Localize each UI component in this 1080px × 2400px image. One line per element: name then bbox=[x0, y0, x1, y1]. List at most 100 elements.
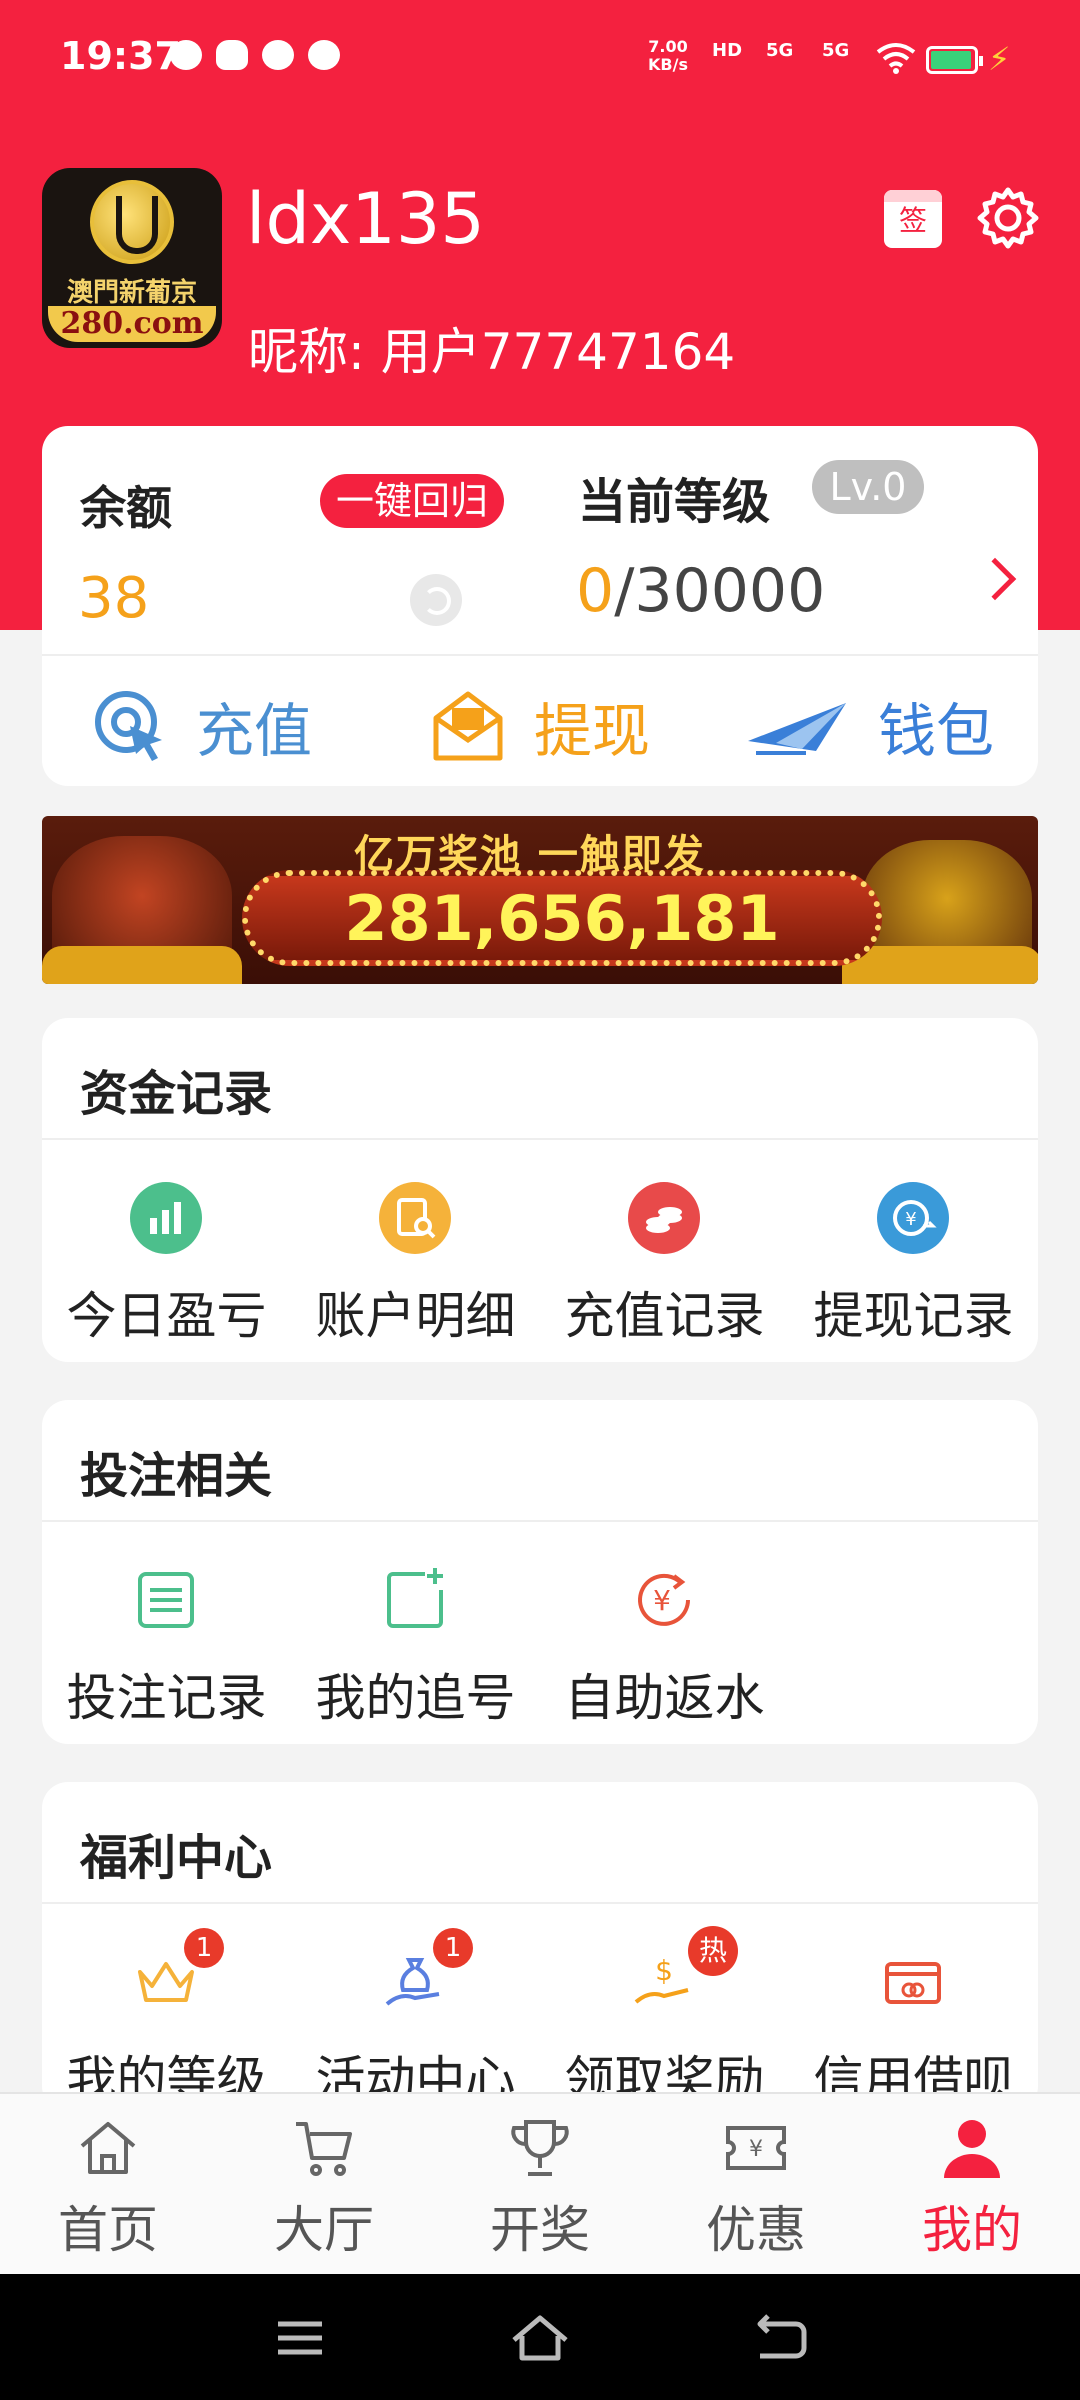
tab-label: 我的 bbox=[922, 2201, 1022, 2259]
gold-coins-image bbox=[42, 946, 242, 984]
avatar[interactable]: 澳門新葡京 280.com bbox=[42, 168, 222, 348]
home-nav-icon[interactable] bbox=[510, 2310, 570, 2366]
notification-badge: 1 bbox=[184, 1928, 224, 1968]
jackpot-slogan: 亿万奖池 一触即发 bbox=[354, 832, 706, 878]
tab-home[interactable]: 首页 bbox=[0, 2094, 216, 2276]
status-bar: 19:37 7.00 KB/s HD 5G 5G ⚡ bbox=[0, 0, 1080, 120]
svg-text:$: $ bbox=[655, 1954, 673, 1987]
logo-url: 280.com bbox=[48, 306, 216, 342]
my-level-item[interactable]: 1 我的等级 bbox=[42, 1922, 291, 2112]
document-search-icon bbox=[379, 1182, 451, 1254]
recharge-icon bbox=[95, 691, 162, 761]
gold-coins-image bbox=[842, 946, 1038, 984]
hd-icon: HD bbox=[712, 40, 743, 61]
recharge-button[interactable]: 充值 bbox=[92, 676, 312, 776]
refresh-icon[interactable] bbox=[410, 574, 462, 626]
withdraw-icon bbox=[433, 691, 503, 761]
one-click-return-button[interactable]: 一键回归 bbox=[320, 474, 504, 528]
section-title: 福利中心 bbox=[80, 1830, 273, 1886]
level-progress[interactable]: 0/30000 bbox=[576, 556, 825, 626]
level-label: 当前等级 bbox=[578, 474, 771, 530]
tab-lobby[interactable]: 大厅 bbox=[216, 2094, 432, 2276]
hot-badge: 热 bbox=[688, 1926, 738, 1976]
funds-section: 资金记录 今日盈亏 账户明细 充值记录 ¥ 提现记录 bbox=[42, 1018, 1038, 1362]
notification-badge: 1 bbox=[433, 1928, 473, 1968]
chat-icon bbox=[262, 40, 294, 70]
svg-text:¥: ¥ bbox=[749, 2137, 763, 2162]
jackpot-banner[interactable]: 亿万奖池 一触即发 281,656,181 bbox=[42, 816, 1038, 984]
nickname: 昵称: 用户77747164 bbox=[248, 323, 736, 381]
trophy-icon bbox=[511, 2120, 569, 2176]
notification-icons bbox=[170, 40, 340, 70]
item-label: 充值记录 bbox=[564, 1287, 765, 1345]
level-badge: Lv.0 bbox=[812, 460, 924, 514]
wallet-button[interactable]: 钱包 bbox=[746, 676, 994, 776]
recharge-records-item[interactable]: 充值记录 bbox=[540, 1158, 789, 1348]
logo-text: 澳門新葡京 bbox=[66, 278, 197, 308]
bar-chart-icon bbox=[130, 1182, 202, 1254]
gear-icon[interactable] bbox=[976, 186, 1040, 250]
welfare-section: 福利中心 1 我的等级 1 活动中心 $ 热 领取奖励 信用借呗 bbox=[42, 1782, 1038, 2112]
tab-label: 大厅 bbox=[274, 2201, 374, 2259]
item-label: 我的追号 bbox=[315, 1669, 516, 1727]
divider bbox=[42, 1520, 1038, 1522]
sign-in-button[interactable]: 签 bbox=[884, 190, 942, 248]
user-icon bbox=[944, 2120, 1000, 2178]
credit-loan-item[interactable]: 信用借呗 bbox=[789, 1922, 1038, 2112]
message-icon bbox=[170, 40, 202, 70]
signal-icon: 5G bbox=[766, 40, 794, 61]
sign-in-icon: 签 bbox=[898, 204, 927, 237]
net-speed: 7.00 KB/s bbox=[648, 37, 688, 74]
back-icon[interactable] bbox=[750, 2310, 810, 2366]
battery-icon bbox=[926, 46, 983, 74]
list-icon bbox=[138, 1572, 194, 1628]
menu-icon[interactable] bbox=[270, 2310, 330, 2366]
signal-icon: 5G bbox=[822, 40, 850, 61]
credit-card-icon bbox=[885, 1962, 941, 2004]
home-icon bbox=[80, 2122, 136, 2174]
item-label: 提现记录 bbox=[813, 1287, 1014, 1345]
account-details-item[interactable]: 账户明细 bbox=[291, 1158, 540, 1348]
add-square-icon bbox=[387, 1568, 443, 1628]
divider bbox=[42, 1902, 1038, 1904]
system-nav-bar bbox=[0, 2274, 1080, 2400]
item-label: 账户明细 bbox=[315, 1287, 516, 1345]
chevron-right-icon[interactable] bbox=[973, 557, 1017, 601]
logo-emblem bbox=[90, 180, 174, 264]
recharge-label: 充值 bbox=[196, 697, 313, 765]
wechat-icon bbox=[308, 40, 340, 70]
today-profit-item[interactable]: 今日盈亏 bbox=[42, 1158, 291, 1348]
balance-card: 余额 一键回归 38 当前等级 Lv.0 0/30000 充值 提现 钱包 bbox=[42, 426, 1038, 786]
item-label: 投注记录 bbox=[66, 1669, 267, 1727]
section-title: 资金记录 bbox=[80, 1066, 273, 1122]
tab-label: 开奖 bbox=[490, 2201, 590, 2259]
divider bbox=[42, 1138, 1038, 1140]
cart-icon bbox=[296, 2122, 352, 2176]
status-time: 19:37 bbox=[60, 34, 181, 78]
username: ldx135 bbox=[246, 178, 485, 260]
wallet-label: 钱包 bbox=[878, 697, 995, 765]
tab-label: 优惠 bbox=[706, 2201, 806, 2259]
claim-reward-item[interactable]: $ 热 领取奖励 bbox=[540, 1922, 789, 2112]
section-title: 投注相关 bbox=[80, 1448, 273, 1504]
withdraw-button[interactable]: 提现 bbox=[430, 676, 650, 776]
activity-center-item[interactable]: 1 活动中心 bbox=[291, 1922, 540, 2112]
balance-label: 余额 bbox=[80, 481, 172, 535]
qq-icon bbox=[216, 40, 248, 70]
bet-records-item[interactable]: 投注记录 bbox=[42, 1540, 291, 1730]
tab-lottery-results[interactable]: 开奖 bbox=[432, 2094, 648, 2276]
yen-refresh-icon: ¥ bbox=[638, 1573, 690, 1626]
my-chase-item[interactable]: 我的追号 bbox=[291, 1540, 540, 1730]
self-rebate-item[interactable]: ¥ 自助返水 bbox=[540, 1540, 789, 1730]
tab-mine[interactable]: 我的 bbox=[864, 2094, 1080, 2276]
tab-label: 首页 bbox=[58, 2201, 158, 2259]
bet-section: 投注相关 投注记录 我的追号 ¥ 自助返水 bbox=[42, 1400, 1038, 1744]
svg-text:¥: ¥ bbox=[905, 1209, 916, 1230]
jackpot-amount: 281,656,181 bbox=[344, 882, 780, 955]
withdraw-label: 提现 bbox=[534, 697, 651, 765]
charging-icon: ⚡ bbox=[988, 40, 1011, 78]
tab-promotions[interactable]: ¥ 优惠 bbox=[648, 2094, 864, 2276]
withdraw-records-item[interactable]: ¥ 提现记录 bbox=[789, 1158, 1038, 1348]
wifi-icon bbox=[876, 43, 916, 74]
coupon-icon: ¥ bbox=[726, 2126, 786, 2170]
